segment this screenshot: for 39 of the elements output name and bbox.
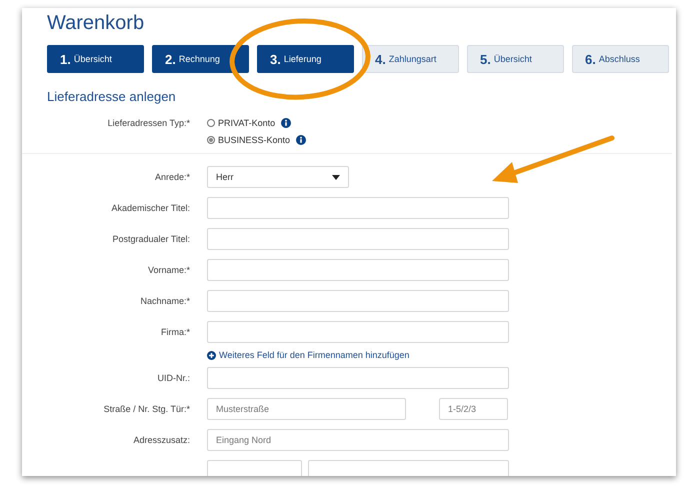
page-title: Warenkorb	[47, 11, 144, 36]
add-field-link[interactable]: Weiteres Feld für den Firmennamen hinzufügen	[207, 350, 410, 360]
input-field[interactable]	[207, 290, 509, 312]
input-field[interactable]	[207, 321, 509, 343]
step-tab[interactable]: 2. Rechnung	[152, 45, 249, 73]
step-tab[interactable]: 4. Zahlungsart	[362, 45, 459, 73]
input-field[interactable]	[308, 460, 509, 476]
salutation-dropdown[interactable]: Herr	[207, 166, 349, 188]
input-field[interactable]: Musterstraße	[207, 398, 406, 420]
caret-icon	[332, 174, 340, 180]
info-icon[interactable]	[296, 135, 306, 145]
step-tab[interactable]: 5. Übersicht	[467, 45, 564, 73]
input-field[interactable]	[207, 367, 509, 389]
field-label: Postgradualer Titel:	[112, 234, 190, 244]
section-title: Lieferadresse anlegen	[47, 89, 176, 104]
step-tab[interactable]: 1. Übersicht	[47, 45, 144, 73]
input-field[interactable]	[207, 197, 509, 219]
radio-label: PRIVAT-Konto	[218, 118, 276, 128]
field-label: Firma:*	[161, 327, 190, 337]
field-label: Vorname:*	[148, 265, 190, 275]
field-label: Akademischer Titel:	[111, 203, 190, 213]
radio-label: BUSINESS-Konto	[218, 135, 290, 145]
field-label: UID-Nr.:	[158, 373, 190, 383]
input-field[interactable]	[207, 460, 302, 476]
plus-icon	[207, 350, 216, 360]
field-label: Lieferadressen Typ:*	[108, 118, 190, 128]
input-field[interactable]	[207, 259, 509, 281]
field-label: Nachname:*	[140, 296, 190, 306]
input-field[interactable]: 1-5/2/3	[439, 398, 508, 420]
input-field[interactable]	[207, 228, 509, 250]
step-tab[interactable]: 6. Abschluss	[572, 45, 669, 73]
field-label: Adresszusatz:	[133, 435, 190, 445]
radio-button[interactable]	[207, 136, 215, 144]
input-field[interactable]: Eingang Nord	[207, 429, 509, 451]
field-label: Anrede:*	[154, 172, 190, 182]
info-icon[interactable]	[281, 118, 292, 128]
step-tab[interactable]: 3. Lieferung	[257, 45, 354, 73]
field-label: Straße / Nr. Stg. Tür:*	[104, 404, 190, 414]
radio-button[interactable]	[207, 119, 215, 127]
